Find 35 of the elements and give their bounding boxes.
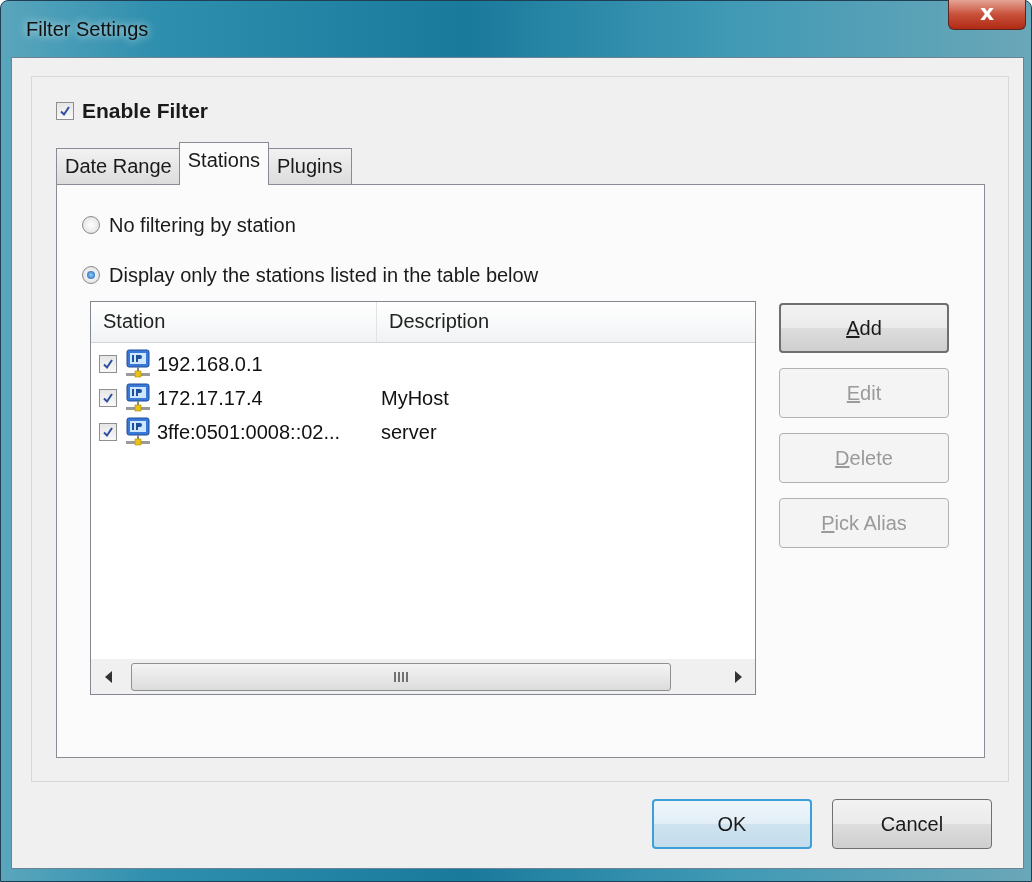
tab[interactable]: Stations [178,142,269,185]
add-button[interactable]: Add [779,303,949,353]
network-computer-icon [125,349,151,379]
network-computer-icon [125,417,151,447]
tab[interactable]: Plugins [268,148,352,184]
row-checkbox[interactable] [99,389,117,407]
checkmark-icon [102,426,114,438]
cancel-button[interactable]: Cancel [832,799,992,849]
column-header[interactable]: Station [91,302,377,342]
ok-button[interactable]: OK [652,799,812,849]
radio-label: Display only the stations listed in the table below [109,263,539,287]
checkmark-icon [102,392,114,404]
row-checkbox[interactable] [99,423,117,441]
checkmark-icon [102,358,114,370]
table-cell: 3ffe:0501:0008::02... [157,420,341,444]
radio-label: No filtering by station [109,213,296,237]
scroll-right-icon[interactable] [734,671,742,683]
table-cell: server [381,420,437,443]
row-checkbox[interactable] [99,355,117,373]
radio-button[interactable] [82,266,100,284]
horizontal-scrollbar[interactable] [91,659,755,694]
tab[interactable]: Date Range [56,148,181,184]
table-cell: MyHost [381,386,449,409]
close-button[interactable]: x [948,0,1026,30]
enable-checkbox[interactable] [56,102,74,120]
table-cell: 172.17.17.4 [157,386,263,410]
table-cell: 192.168.0.1 [157,352,263,376]
network-computer-icon [125,383,151,413]
window-title: Filter Settings [26,17,149,41]
checkbox-label: Enable Filter [82,99,209,123]
scroll-left-icon[interactable] [104,671,112,683]
checkmark-icon [59,105,71,117]
radio-button[interactable] [82,216,100,234]
column-header[interactable]: Description [377,302,502,342]
grip-icon [394,671,408,683]
